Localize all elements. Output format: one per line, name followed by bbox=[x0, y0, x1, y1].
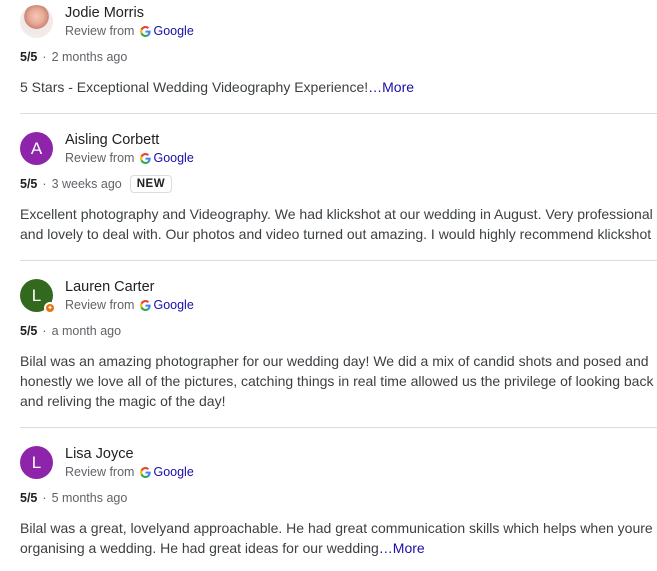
review-text: Bilal was a great, lovelyand approachabl… bbox=[20, 520, 653, 556]
review-text-block: Excellent photography and Videography. W… bbox=[20, 204, 657, 244]
review-source-prefix: Review from bbox=[65, 151, 135, 165]
review-meta: 5/5 · 2 months ago bbox=[20, 50, 127, 64]
review-text-block: 5 Stars - Exceptional Wedding Videograph… bbox=[20, 77, 657, 97]
review-source-prefix: Review from bbox=[65, 24, 135, 38]
review-source-name[interactable]: Google bbox=[153, 298, 193, 312]
meta-separator: · bbox=[42, 177, 47, 191]
review-source-name[interactable]: Google bbox=[153, 151, 193, 165]
reviewer-name[interactable]: Aisling Corbett bbox=[65, 132, 159, 148]
reviewer-avatar[interactable]: L ✦ bbox=[20, 279, 56, 314]
review-score: 5/5 bbox=[20, 50, 38, 64]
review-source-name[interactable]: Google bbox=[153, 24, 193, 38]
review-score: 5/5 bbox=[20, 177, 38, 191]
review-source: Review from Google bbox=[65, 465, 194, 479]
google-g-icon bbox=[140, 299, 152, 311]
divider bbox=[20, 260, 657, 261]
google-g-icon bbox=[140, 466, 152, 478]
meta-separator: · bbox=[42, 491, 47, 505]
divider bbox=[20, 427, 657, 428]
reviewer-avatar[interactable]: L bbox=[20, 446, 53, 479]
review-score: 5/5 bbox=[20, 491, 38, 505]
review-text: Bilal was an amazing photographer for ou… bbox=[20, 353, 654, 409]
review-source-prefix: Review from bbox=[65, 465, 135, 479]
review-source: Review from Google bbox=[65, 24, 194, 38]
review-meta: 5/5 · a month ago bbox=[20, 324, 121, 338]
review-score: 5/5 bbox=[20, 324, 38, 338]
avatar-letter: A bbox=[30, 138, 43, 158]
review-header: L Lisa Joyce Review from Google bbox=[20, 446, 620, 480]
review-text-block: Bilal was an amazing photographer for ou… bbox=[20, 351, 657, 411]
more-link[interactable]: …More bbox=[379, 540, 425, 556]
review-text: 5 Stars - Exceptional Wedding Videograph… bbox=[20, 79, 369, 95]
avatar-letter: L bbox=[31, 285, 42, 305]
review-meta: 5/5 · 5 months ago bbox=[20, 491, 127, 505]
reviewer-name[interactable]: Lauren Carter bbox=[65, 279, 154, 295]
divider bbox=[20, 113, 657, 114]
review-text: Excellent photography and Videography. W… bbox=[20, 206, 653, 242]
review-header: Jodie Morris Review from Google bbox=[20, 5, 620, 39]
review-header: A Aisling Corbett Review from Google bbox=[20, 132, 620, 166]
more-link[interactable]: …More bbox=[368, 79, 414, 95]
google-g-icon bbox=[140, 152, 152, 164]
reviewer-name[interactable]: Lisa Joyce bbox=[65, 446, 134, 462]
review-source: Review from Google bbox=[65, 298, 194, 312]
review-age: 5 months ago bbox=[51, 491, 128, 505]
local-guide-badge-icon: ✦ bbox=[44, 302, 56, 314]
new-badge: NEW bbox=[129, 175, 173, 193]
avatar-letter: L bbox=[31, 452, 42, 472]
review-meta: 5/5 · 3 weeks ago NEW bbox=[20, 175, 173, 193]
review-header: L ✦ Lauren Carter Review from Google bbox=[20, 279, 620, 314]
review-source-name[interactable]: Google bbox=[153, 465, 193, 479]
review-age: 3 weeks ago bbox=[51, 177, 122, 191]
review-age: a month ago bbox=[51, 324, 122, 338]
review-source: Review from Google bbox=[65, 151, 194, 165]
review-source-prefix: Review from bbox=[65, 298, 135, 312]
meta-separator: · bbox=[42, 50, 47, 64]
google-g-icon bbox=[140, 25, 152, 37]
reviewer-avatar[interactable] bbox=[20, 5, 53, 38]
meta-separator: · bbox=[42, 324, 47, 338]
reviewer-avatar[interactable]: A bbox=[20, 132, 53, 165]
reviewer-name[interactable]: Jodie Morris bbox=[65, 5, 144, 21]
review-age: 2 months ago bbox=[51, 50, 128, 64]
review-text-block: Bilal was a great, lovelyand approachabl… bbox=[20, 518, 657, 558]
